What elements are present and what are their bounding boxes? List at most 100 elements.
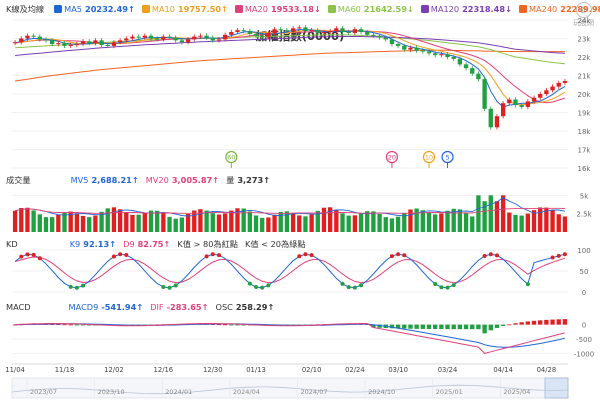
osc-bar: [544, 319, 549, 325]
osc-bar: [556, 319, 561, 325]
osc-bar: [74, 324, 80, 326]
volume-bar: [334, 209, 339, 232]
candle-body: [124, 38, 129, 41]
volume-bar: [241, 208, 246, 232]
kd-high-dot: [25, 252, 30, 257]
osc-bar: [519, 322, 524, 325]
osc-bar: [494, 324, 500, 328]
candle-body: [371, 34, 376, 36]
volume-bar: [352, 215, 358, 232]
candle-body: [321, 32, 327, 34]
candle-body: [550, 86, 555, 91]
osc-bar: [562, 319, 568, 325]
candle-body: [482, 79, 487, 109]
kd-high-dot: [550, 255, 555, 260]
volume-bar: [247, 211, 253, 232]
kd-low-dot: [352, 285, 357, 290]
volume-bar: [439, 213, 444, 232]
volume-bar: [414, 208, 419, 232]
x-tick-label: 04/14: [493, 366, 513, 374]
kd-low-dot: [161, 284, 166, 289]
main-y-tick: 16k: [578, 165, 592, 173]
volume-bar: [500, 195, 506, 232]
volume-bar: [463, 212, 469, 232]
osc-bar: [68, 324, 73, 326]
navigator-label: 2024/04: [233, 388, 260, 396]
candle-body: [315, 30, 320, 33]
main-y-tick: 22k: [578, 54, 592, 62]
candle-body: [241, 30, 246, 32]
volume-bar: [365, 211, 370, 232]
candle-body: [161, 36, 166, 40]
candle-body: [148, 35, 154, 39]
kd-low-dot: [81, 283, 86, 288]
candle-body: [37, 36, 42, 40]
main-y-tick: 18k: [578, 128, 592, 136]
mv20-line: [15, 207, 565, 214]
osc-bar: [507, 324, 512, 326]
candle-body: [229, 32, 234, 35]
candle-body: [383, 37, 388, 40]
osc-bar: [402, 324, 407, 329]
candle-body: [433, 53, 438, 56]
kd-high-dot: [488, 252, 493, 257]
candle-body: [80, 41, 86, 45]
candle-body: [235, 30, 240, 33]
kd-high-dot: [402, 253, 407, 258]
x-tick-label: 03/10: [388, 366, 408, 374]
stock-chart[interactable]: 加權指數(0000) 60 20 10 5 24k23k22k21k20k19k18k…: [0, 0, 600, 400]
kd-low-dot: [359, 283, 364, 288]
volume-bar: [513, 214, 518, 232]
x-tick-label: 02/10: [302, 366, 322, 374]
volume-bar: [25, 207, 30, 232]
candle-body: [167, 36, 172, 38]
volume-bar: [19, 208, 24, 232]
volume-bar: [185, 213, 191, 232]
volume-bar: [420, 210, 425, 232]
main-y-tick: 19k: [578, 110, 592, 118]
x-axis-labels: 11/04 11/18 12/02 12/16 12/30 01/13 02/10 02/24…: [5, 363, 568, 374]
kd-low-dot: [451, 283, 456, 288]
volume-bar: [80, 215, 86, 232]
osc-bar: [426, 324, 432, 329]
main-y-tick: 23k: [578, 36, 592, 44]
main-y-tick: 24k: [578, 17, 592, 25]
osc-bar: [482, 324, 487, 334]
volume-bar: [253, 215, 259, 232]
x-tick-label: 12/16: [154, 366, 174, 374]
candle-body: [247, 31, 253, 34]
volume-bar: [124, 212, 129, 232]
candle-body: [365, 32, 370, 35]
kd-high-dot: [482, 253, 487, 258]
candle-body: [155, 38, 160, 40]
candle-body: [327, 31, 333, 33]
volume-bar: [272, 214, 277, 232]
candle-body: [463, 64, 469, 69]
kd-high-dot: [216, 253, 221, 258]
kd-low-dot: [247, 281, 252, 286]
kd-lines-layer: 100 50 0: [12, 247, 591, 297]
volume-bar: [43, 217, 49, 232]
candle-body: [513, 99, 518, 106]
volume-bar: [260, 217, 265, 232]
kd-low-dot: [525, 282, 530, 287]
volume-bar: [494, 201, 500, 232]
macd-y-tick: -500: [576, 336, 592, 344]
osc-bar: [538, 320, 543, 325]
candle-body: [500, 103, 506, 117]
kd-high-dot: [124, 252, 129, 257]
candle-body: [476, 73, 481, 80]
kd-high-dot: [494, 253, 499, 258]
volume-bar: [93, 215, 98, 232]
x-tick-label: 04/28: [537, 366, 557, 374]
volume-bars-layer: 5k 2.5k: [12, 192, 593, 232]
osc-bar: [433, 324, 438, 330]
candle-body: [346, 32, 351, 34]
candle-body: [309, 30, 314, 32]
volume-bar: [562, 216, 568, 232]
dif-line: [15, 323, 566, 354]
candle-body: [377, 35, 382, 38]
kd-high-dot: [210, 252, 215, 257]
kd-high-dot: [297, 254, 302, 259]
volume-bar: [538, 207, 543, 232]
